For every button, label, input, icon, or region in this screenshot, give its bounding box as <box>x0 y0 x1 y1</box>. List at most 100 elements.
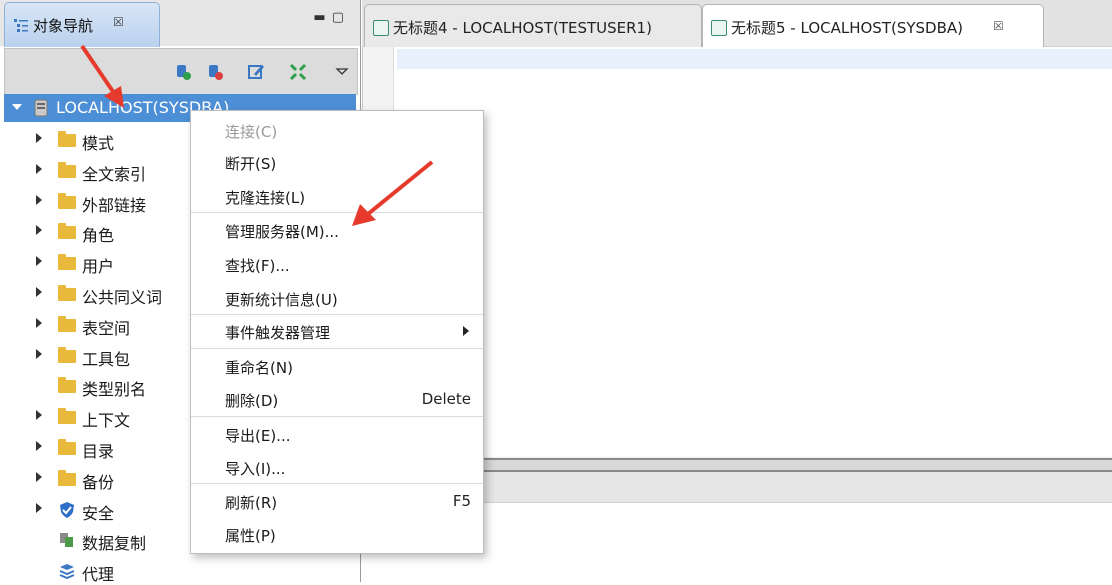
tree-item-label: 数据复制 <box>82 534 147 554</box>
folder-icon <box>58 377 76 394</box>
menu-separator <box>191 348 483 349</box>
collapse-icon[interactable] <box>285 59 311 85</box>
editor-tab-untitled5[interactable]: 无标题5 - LOCALHOST(SYSDBA) ☒ <box>702 4 1044 47</box>
expand-arrow-icon[interactable] <box>36 317 42 328</box>
menu-item-properties[interactable]: 属性(P) <box>191 519 483 551</box>
navigator-tab-title: 对象导航 <box>33 17 94 35</box>
tree-item-label: 用户 <box>82 257 115 277</box>
folder-icon <box>58 161 76 178</box>
sql-file-icon <box>373 20 389 36</box>
navigator-tab[interactable]: 对象导航 ☒ <box>4 2 160 47</box>
menu-item-shortcut: F5 <box>452 492 471 510</box>
menu-item-disconnect[interactable]: 断开(S) <box>191 147 483 179</box>
expand-arrow-icon[interactable] <box>36 502 42 513</box>
folder-icon <box>58 223 76 240</box>
menu-item-label: 连接(C) <box>225 123 278 141</box>
menu-item-connect[interactable]: 连接(C) <box>191 115 483 147</box>
menu-item-label: 查找(F)... <box>225 257 290 275</box>
folder-icon <box>58 131 76 147</box>
menu-item-label: 管理服务器(M)... <box>225 223 339 241</box>
tree-item-label: 模式 <box>82 134 115 153</box>
folder-icon <box>58 285 76 301</box>
expand-arrow-icon[interactable] <box>36 441 42 451</box>
tree-item-label: 外部链接 <box>82 195 147 215</box>
submenu-arrow-icon <box>463 326 469 336</box>
view-controls: ▬▢ <box>313 10 350 25</box>
menu-item-update-statistics[interactable]: 更新统计信息(U) <box>191 283 483 315</box>
replication-icon <box>60 533 73 548</box>
menu-item-label: 克隆连接(L) <box>225 189 306 207</box>
expand-arrow-icon[interactable] <box>36 133 42 143</box>
menu-item-find[interactable]: 查找(F)... <box>191 249 483 281</box>
menu-item-label: 删除(D) <box>225 392 279 410</box>
expand-arrow-icon[interactable] <box>36 410 42 421</box>
disconnect-icon[interactable] <box>203 59 229 85</box>
menu-separator <box>191 212 483 213</box>
menu-separator <box>191 416 483 417</box>
expand-arrow-icon[interactable] <box>36 471 42 482</box>
expand-arrow-icon[interactable] <box>36 256 42 267</box>
tree-item-label: 代理 <box>82 565 115 585</box>
tree-item[interactable]: 代理 <box>4 557 356 585</box>
tree-item-label: 工具包 <box>82 349 131 369</box>
editor-tab-untitled4[interactable]: 无标题4 - LOCALHOST(TESTUSER1) <box>364 4 702 47</box>
tree-item-label: 表空间 <box>82 318 131 338</box>
menu-item-label: 重命名(N) <box>225 359 293 377</box>
navigator-tab-bar: 对象导航 ☒ ▬▢ <box>0 0 360 47</box>
minimize-icon[interactable]: ▬ <box>313 10 331 25</box>
menu-item-manage-server[interactable]: 管理服务器(M)... <box>191 215 483 247</box>
close-tab-icon[interactable]: ☒ <box>113 15 124 29</box>
tree-item-label: 备份 <box>82 472 115 492</box>
expand-arrow-icon[interactable] <box>36 194 42 205</box>
menu-item-clone-connection[interactable]: 克隆连接(L) <box>191 181 483 213</box>
menu-item-label: 更新统计信息(U) <box>225 291 338 309</box>
folder-icon <box>58 469 76 486</box>
editor-tab-label: 无标题4 - LOCALHOST(TESTUSER1) <box>393 19 652 37</box>
editor-tab-label: 无标题5 - LOCALHOST(SYSDBA) <box>731 19 963 37</box>
folder-icon <box>58 315 76 332</box>
view-menu-icon[interactable] <box>329 59 355 85</box>
folder-icon <box>58 254 76 271</box>
edit-icon[interactable] <box>243 59 269 85</box>
expand-arrow-icon[interactable] <box>36 287 42 297</box>
menu-item-event-trigger[interactable]: 事件触发器管理 <box>191 316 483 348</box>
sql-file-icon <box>711 20 727 36</box>
tree-item-label: 目录 <box>82 442 115 461</box>
folder-icon <box>58 346 76 363</box>
tree-item-label: 全文索引 <box>82 164 147 184</box>
folder-icon <box>58 439 76 455</box>
agent-icon <box>59 564 75 580</box>
expand-down-icon[interactable] <box>12 104 22 110</box>
menu-item-label: 导入(I)... <box>225 460 286 478</box>
context-menu: 连接(C) 断开(S) 克隆连接(L) 管理服务器(M)... 查找(F)... 更新统计… <box>190 110 484 554</box>
menu-item-label: 事件触发器管理 <box>225 324 331 342</box>
connect-icon[interactable] <box>171 59 197 85</box>
editor-tab-bar: 无标题4 - LOCALHOST(TESTUSER1) 无标题5 - LOCAL… <box>362 0 1112 47</box>
menu-item-delete[interactable]: 删除(D) Delete <box>191 384 483 416</box>
menu-item-shortcut: Delete <box>421 390 471 408</box>
maximize-icon[interactable]: ▢ <box>332 10 350 25</box>
close-tab-icon[interactable]: ☒ <box>993 19 1004 33</box>
folder-icon <box>58 408 76 425</box>
tree-item-label: 上下文 <box>82 411 131 431</box>
tree-item-label: 安全 <box>82 503 115 523</box>
expand-arrow-icon[interactable] <box>36 225 42 236</box>
menu-item-rename[interactable]: 重命名(N) <box>191 351 483 383</box>
menu-item-label: 刷新(R) <box>225 494 278 512</box>
expand-arrow-icon[interactable] <box>36 348 42 359</box>
expand-arrow-icon[interactable] <box>36 163 42 174</box>
menu-item-refresh[interactable]: 刷新(R) F5 <box>191 486 483 518</box>
current-line-highlight <box>397 49 1112 69</box>
tree-item-label: 类型别名 <box>82 380 147 400</box>
menu-item-label: 断开(S) <box>225 155 277 173</box>
menu-item-label: 导出(E)... <box>225 427 291 445</box>
shield-icon <box>60 501 74 518</box>
menu-item-import[interactable]: 导入(I)... <box>191 452 483 484</box>
navigator-icon <box>14 19 28 32</box>
navigator-toolbar <box>4 48 358 95</box>
menu-item-label: 属性(P) <box>225 527 276 545</box>
menu-separator <box>191 314 483 315</box>
server-icon <box>34 99 48 117</box>
tree-item-label: 公共同义词 <box>82 288 163 307</box>
menu-item-export[interactable]: 导出(E)... <box>191 419 483 451</box>
